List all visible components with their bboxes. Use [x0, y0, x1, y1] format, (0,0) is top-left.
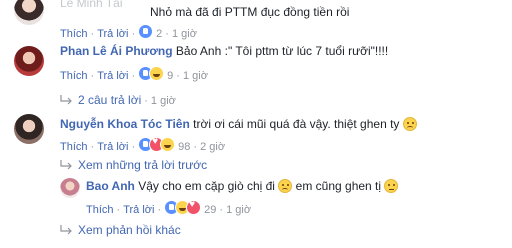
avatar[interactable]: [60, 178, 80, 198]
comment-author[interactable]: Nguyễn Khoa Tóc Tiên: [60, 117, 190, 131]
earlier-replies-row: Xem những trả lời trước: [60, 156, 207, 174]
replies-time: 1 giờ: [150, 95, 176, 107]
more-replies-row: Xem phản hồi khác: [60, 221, 181, 239]
comment-text: Bảo Anh :" Tôi pttm từ lúc 7 tuổi rưỡi"!…: [175, 44, 389, 58]
disappointed-face-emoji-icon: [384, 179, 399, 193]
avatar[interactable]: [14, 114, 44, 144]
reaction-count[interactable]: 98: [178, 141, 190, 153]
like-reaction-icon[interactable]: [138, 24, 154, 39]
comment-actions: Thích · Trả lời · 2 · 1 giờ: [60, 24, 197, 40]
reply-text-part2: em cũng ghen tị: [295, 179, 382, 193]
reply-button[interactable]: Trả lời: [97, 28, 128, 40]
haha-reaction-icon[interactable]: [149, 66, 165, 81]
reply-actions: Thích·Trả lời· 29·1 giờ: [86, 199, 251, 216]
like-button[interactable]: Thích: [60, 28, 88, 40]
comment-line: Nguyễn Khoa Tóc Tiên trời ơi cái mũi quá…: [60, 117, 417, 131]
like-button[interactable]: Thích: [60, 141, 88, 153]
avatar[interactable]: [14, 0, 44, 25]
comment-line: Phan Lê Ái Phương Bảo Anh :" Tôi pttm từ…: [60, 44, 388, 58]
view-earlier-replies-link[interactable]: Xem những trả lời trước: [78, 158, 207, 172]
comment-time[interactable]: 2 giờ: [200, 141, 225, 153]
comment-actions: Thích·Trả lời· 98·2 giờ: [60, 136, 225, 153]
view-more-replies-link[interactable]: Xem phản hồi khác: [78, 223, 181, 237]
worried-face-emoji-icon: [402, 117, 417, 131]
view-replies-link[interactable]: 2 câu trả lời: [78, 93, 141, 107]
reply-line: Bao Anh Vậy cho em cặp giò chị đi em cũn…: [86, 179, 399, 193]
reply-arrow-icon: [60, 224, 72, 235]
reply-button[interactable]: Trả lời: [97, 141, 128, 153]
like-button[interactable]: Thích: [60, 70, 88, 82]
comment-author[interactable]: Phan Lê Ái Phương: [60, 44, 173, 58]
comment-text: Nhỏ mà đã đi PTTM đục đồng tiền rồi: [150, 5, 350, 19]
avatar[interactable]: [14, 46, 44, 76]
comment-actions: Thích · Trả lời · 9 · 1 giờ: [60, 66, 208, 82]
reply-author[interactable]: Bao Anh: [86, 179, 135, 193]
worried-face-emoji-icon: [278, 179, 293, 193]
comment-time[interactable]: 1 giờ: [183, 70, 208, 82]
reply-button[interactable]: Trả lời: [123, 204, 154, 216]
reply-text-part1: Vậy cho em cặp giò chị đi: [138, 179, 275, 193]
love-reaction-icon[interactable]: [186, 199, 202, 215]
reaction-count[interactable]: 29: [204, 204, 216, 216]
view-replies-row: 2 câu trả lời · 1 giờ: [60, 91, 176, 109]
reply-arrow-icon: [60, 159, 72, 170]
reply-button[interactable]: Trả lời: [97, 70, 128, 82]
comment-time[interactable]: 1 giờ: [172, 28, 197, 40]
reply-time[interactable]: 1 giờ: [226, 204, 251, 216]
reply-arrow-icon: [60, 94, 72, 105]
haha-reaction-icon[interactable]: [160, 137, 176, 152]
like-button[interactable]: Thích: [86, 204, 114, 216]
comment-author-cut[interactable]: Lê Minh Tài: [60, 0, 122, 10]
comment-text: trời ơi cái mũi quá đà vậy. thiệt ghen t…: [193, 117, 400, 131]
